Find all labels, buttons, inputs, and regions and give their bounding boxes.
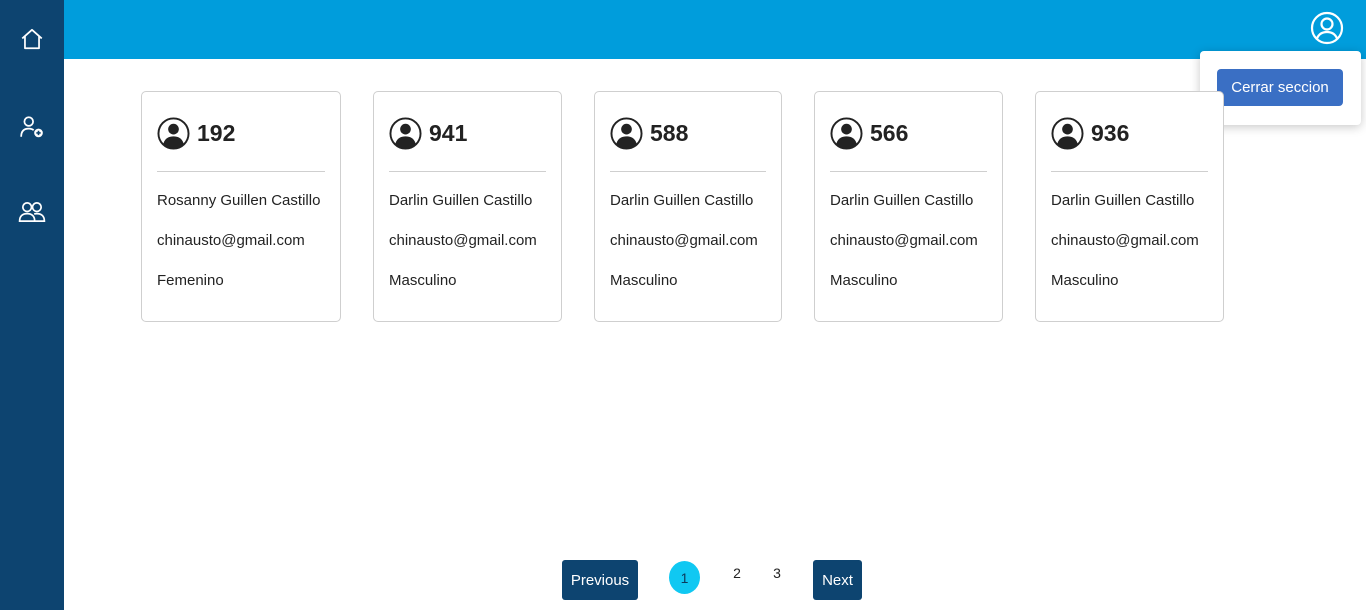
user-avatar-icon bbox=[830, 116, 863, 150]
next-page-button[interactable]: Next bbox=[813, 560, 862, 600]
user-avatar-icon bbox=[1051, 116, 1084, 150]
sidebar-item-users[interactable] bbox=[0, 192, 64, 232]
user-gender: Masculino bbox=[1051, 272, 1119, 289]
user-gender: Masculino bbox=[830, 272, 898, 289]
user-circle-icon[interactable] bbox=[1310, 11, 1344, 45]
user-id: 588 bbox=[650, 119, 689, 146]
add-user-icon bbox=[20, 116, 43, 138]
user-name: Darlin Guillen Castillo bbox=[389, 192, 533, 209]
sidebar bbox=[0, 0, 64, 610]
card-divider bbox=[610, 171, 766, 172]
card-divider bbox=[157, 171, 325, 172]
card-header: 936 bbox=[1051, 116, 1129, 150]
user-gender: Masculino bbox=[389, 272, 457, 289]
previous-page-button[interactable]: Previous bbox=[562, 560, 638, 600]
user-card: 936 Darlin Guillen Castillo chinausto@gm… bbox=[1035, 91, 1224, 322]
user-gender: Masculino bbox=[610, 272, 678, 289]
user-id: 936 bbox=[1091, 119, 1130, 146]
user-email: chinausto@gmail.com bbox=[389, 232, 537, 249]
card-header: 588 bbox=[610, 116, 688, 150]
user-email: chinausto@gmail.com bbox=[1051, 232, 1199, 249]
user-id: 566 bbox=[870, 119, 909, 146]
user-gender: Femenino bbox=[157, 272, 224, 289]
user-email: chinausto@gmail.com bbox=[830, 232, 978, 249]
card-divider bbox=[1051, 171, 1208, 172]
user-card: 192 Rosanny Guillen Castillo chinausto@g… bbox=[141, 91, 341, 322]
home-icon bbox=[21, 28, 43, 50]
sidebar-item-add-user[interactable] bbox=[0, 107, 64, 147]
user-avatar-icon bbox=[157, 116, 190, 150]
user-name: Darlin Guillen Castillo bbox=[610, 192, 754, 209]
card-divider bbox=[389, 171, 546, 172]
card-header: 192 bbox=[157, 116, 235, 150]
sidebar-item-home[interactable] bbox=[0, 19, 64, 59]
logout-button[interactable]: Cerrar seccion bbox=[1217, 69, 1343, 106]
user-id: 941 bbox=[429, 119, 468, 146]
page-2-button[interactable]: 2 bbox=[729, 565, 745, 581]
page-3-button[interactable]: 3 bbox=[769, 565, 785, 581]
user-id: 192 bbox=[197, 119, 236, 146]
user-name: Rosanny Guillen Castillo bbox=[157, 192, 321, 209]
card-header: 566 bbox=[830, 116, 908, 150]
user-card: 566 Darlin Guillen Castillo chinausto@gm… bbox=[814, 91, 1003, 322]
user-avatar-icon bbox=[389, 116, 422, 150]
profile-dropdown: Cerrar seccion bbox=[1200, 51, 1361, 125]
page-1-button[interactable]: 1 bbox=[669, 561, 700, 594]
card-header: 941 bbox=[389, 116, 467, 150]
user-card: 588 Darlin Guillen Castillo chinausto@gm… bbox=[594, 91, 782, 322]
user-email: chinausto@gmail.com bbox=[157, 232, 305, 249]
user-card: 941 Darlin Guillen Castillo chinausto@gm… bbox=[373, 91, 562, 322]
user-avatar-icon bbox=[610, 116, 643, 150]
user-name: Darlin Guillen Castillo bbox=[1051, 192, 1195, 209]
users-group-icon bbox=[18, 201, 46, 223]
card-divider bbox=[830, 171, 987, 172]
user-email: chinausto@gmail.com bbox=[610, 232, 758, 249]
top-bar bbox=[64, 0, 1366, 59]
user-name: Darlin Guillen Castillo bbox=[830, 192, 974, 209]
